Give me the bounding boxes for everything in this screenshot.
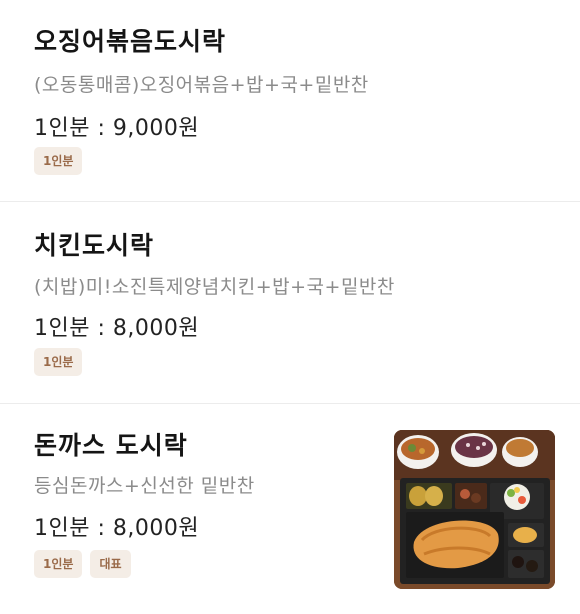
menu-item-description: 등심돈까스+신선한 밑반찬 bbox=[34, 475, 255, 497]
menu-item-pork-cutlet[interactable]: 돈까스 도시락 등심돈까스+신선한 밑반찬 1인분 : 8,000원 1인분 대… bbox=[0, 404, 580, 614]
menu-item-name: 치킨도시락 bbox=[34, 231, 155, 260]
portion-badge: 1인분 bbox=[34, 147, 83, 175]
menu-item-name: 오징어볶음도시락 bbox=[34, 27, 227, 56]
lunchbox-photo-illustration bbox=[394, 430, 555, 589]
menu-item-photo[interactable] bbox=[394, 430, 555, 589]
portion-badge: 1인분 bbox=[34, 348, 83, 376]
menu-item-price: 1인분 : 8,000원 bbox=[34, 516, 200, 541]
menu-list: 오징어볶음도시락 (오동통매콤)오징어볶음+밥+국+밑반찬 1인분 : 9,00… bbox=[0, 0, 580, 614]
menu-item-badges: 1인분 대표 bbox=[34, 550, 131, 578]
menu-item-name: 돈까스 도시락 bbox=[34, 431, 188, 460]
menu-item-badges: 1인분 bbox=[34, 147, 83, 175]
signature-badge: 대표 bbox=[90, 550, 131, 578]
portion-badge: 1인분 bbox=[34, 550, 83, 578]
menu-item-description: (치밥)미!소진특제양념치킨+밥+국+밑반찬 bbox=[34, 276, 395, 298]
menu-item-price: 1인분 : 8,000원 bbox=[34, 316, 200, 341]
menu-item-badges: 1인분 bbox=[34, 348, 83, 376]
menu-item-squid[interactable]: 오징어볶음도시락 (오동통매콤)오징어볶음+밥+국+밑반찬 1인분 : 9,00… bbox=[0, 0, 580, 202]
menu-item-chicken[interactable]: 치킨도시락 (치밥)미!소진특제양념치킨+밥+국+밑반찬 1인분 : 8,000… bbox=[0, 202, 580, 404]
menu-item-price: 1인분 : 9,000원 bbox=[34, 116, 200, 141]
menu-item-description: (오동통매콤)오징어볶음+밥+국+밑반찬 bbox=[34, 74, 369, 96]
